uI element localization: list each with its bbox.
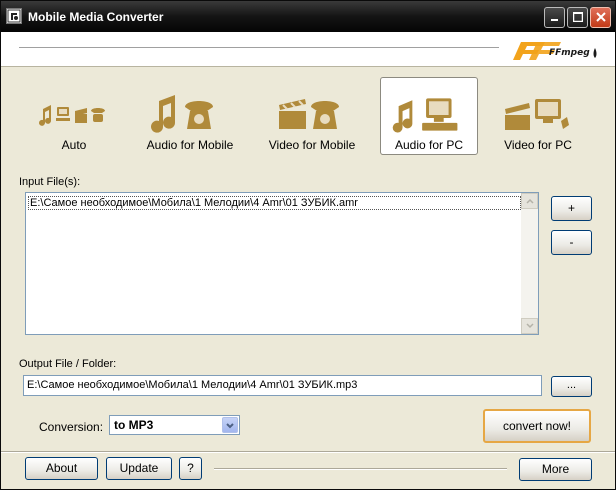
- input-files-label: Input File(s):: [19, 176, 81, 188]
- minimize-button[interactable]: [544, 7, 565, 28]
- chevron-down-icon: [525, 323, 534, 329]
- main-window: Mobile Media Converter FFmpeg Auto Audio…: [0, 0, 616, 490]
- update-button[interactable]: Update: [106, 457, 172, 480]
- title-bar[interactable]: Mobile Media Converter: [1, 1, 615, 32]
- conversion-select[interactable]: to MP3: [109, 415, 240, 435]
- output-path-field[interactable]: E:\Самое необходимое\Мобила\1 Мелодии\4 …: [23, 375, 542, 396]
- input-file-list[interactable]: E:\Самое необходимое\Мобила\1 Мелодии\4 …: [25, 192, 539, 335]
- minimize-icon: [550, 19, 558, 21]
- close-button[interactable]: [590, 7, 611, 28]
- output-label: Output File / Folder:: [19, 358, 117, 370]
- scroll-down-button[interactable]: [521, 318, 538, 334]
- mode-auto[interactable]: Auto: [25, 77, 123, 155]
- mode-label: Video for PC: [504, 138, 572, 152]
- mode-label: Audio for Mobile: [146, 138, 234, 152]
- chevron-down-icon: [226, 423, 234, 429]
- about-button[interactable]: About: [25, 457, 98, 480]
- auto-mode-icon: [39, 105, 105, 126]
- audio-for-pc-icon: [392, 98, 458, 133]
- mode-label: Auto: [61, 138, 87, 152]
- browse-button[interactable]: ...: [551, 376, 592, 397]
- audio-for-mobile-icon: [151, 95, 213, 133]
- logo-text: FFmpeg: [549, 48, 590, 58]
- footer-line: [214, 468, 507, 470]
- mode-audio-for-mobile[interactable]: Audio for Mobile: [141, 77, 239, 155]
- header-strip: FFmpeg: [1, 32, 615, 67]
- mode-video-for-pc[interactable]: Video for PC: [489, 77, 587, 155]
- dropdown-button[interactable]: [222, 417, 238, 433]
- convert-now-button[interactable]: convert now!: [483, 409, 591, 443]
- mode-label: Video for Mobile: [268, 138, 356, 152]
- add-file-button[interactable]: +: [551, 196, 592, 221]
- remove-file-button[interactable]: -: [551, 230, 592, 255]
- window-title: Mobile Media Converter: [28, 10, 164, 24]
- mode-label: Audio for PC: [394, 138, 464, 152]
- video-for-mobile-icon: [279, 99, 339, 129]
- ffmpeg-logo: FFmpeg: [513, 42, 597, 60]
- close-icon: [595, 12, 606, 22]
- more-button[interactable]: More: [519, 458, 592, 481]
- video-for-pc-icon: [505, 99, 569, 130]
- scroll-up-button[interactable]: [521, 193, 538, 209]
- input-list-scrollbar[interactable]: [521, 193, 538, 334]
- help-button[interactable]: ?: [179, 457, 202, 480]
- footer-divider: [1, 451, 615, 453]
- app-icon[interactable]: [6, 8, 22, 24]
- maximize-button[interactable]: [567, 7, 588, 28]
- mode-video-for-mobile[interactable]: Video for Mobile: [263, 77, 361, 155]
- conversion-value: to MP3: [114, 418, 154, 432]
- header-divider: [19, 47, 499, 49]
- list-item[interactable]: E:\Самое необходимое\Мобила\1 Мелодии\4 …: [28, 196, 521, 210]
- mode-audio-for-pc[interactable]: Audio for PC: [380, 77, 478, 155]
- chevron-up-icon: [525, 198, 534, 204]
- conversion-label: Conversion:: [39, 420, 104, 434]
- maximize-icon: [572, 12, 583, 22]
